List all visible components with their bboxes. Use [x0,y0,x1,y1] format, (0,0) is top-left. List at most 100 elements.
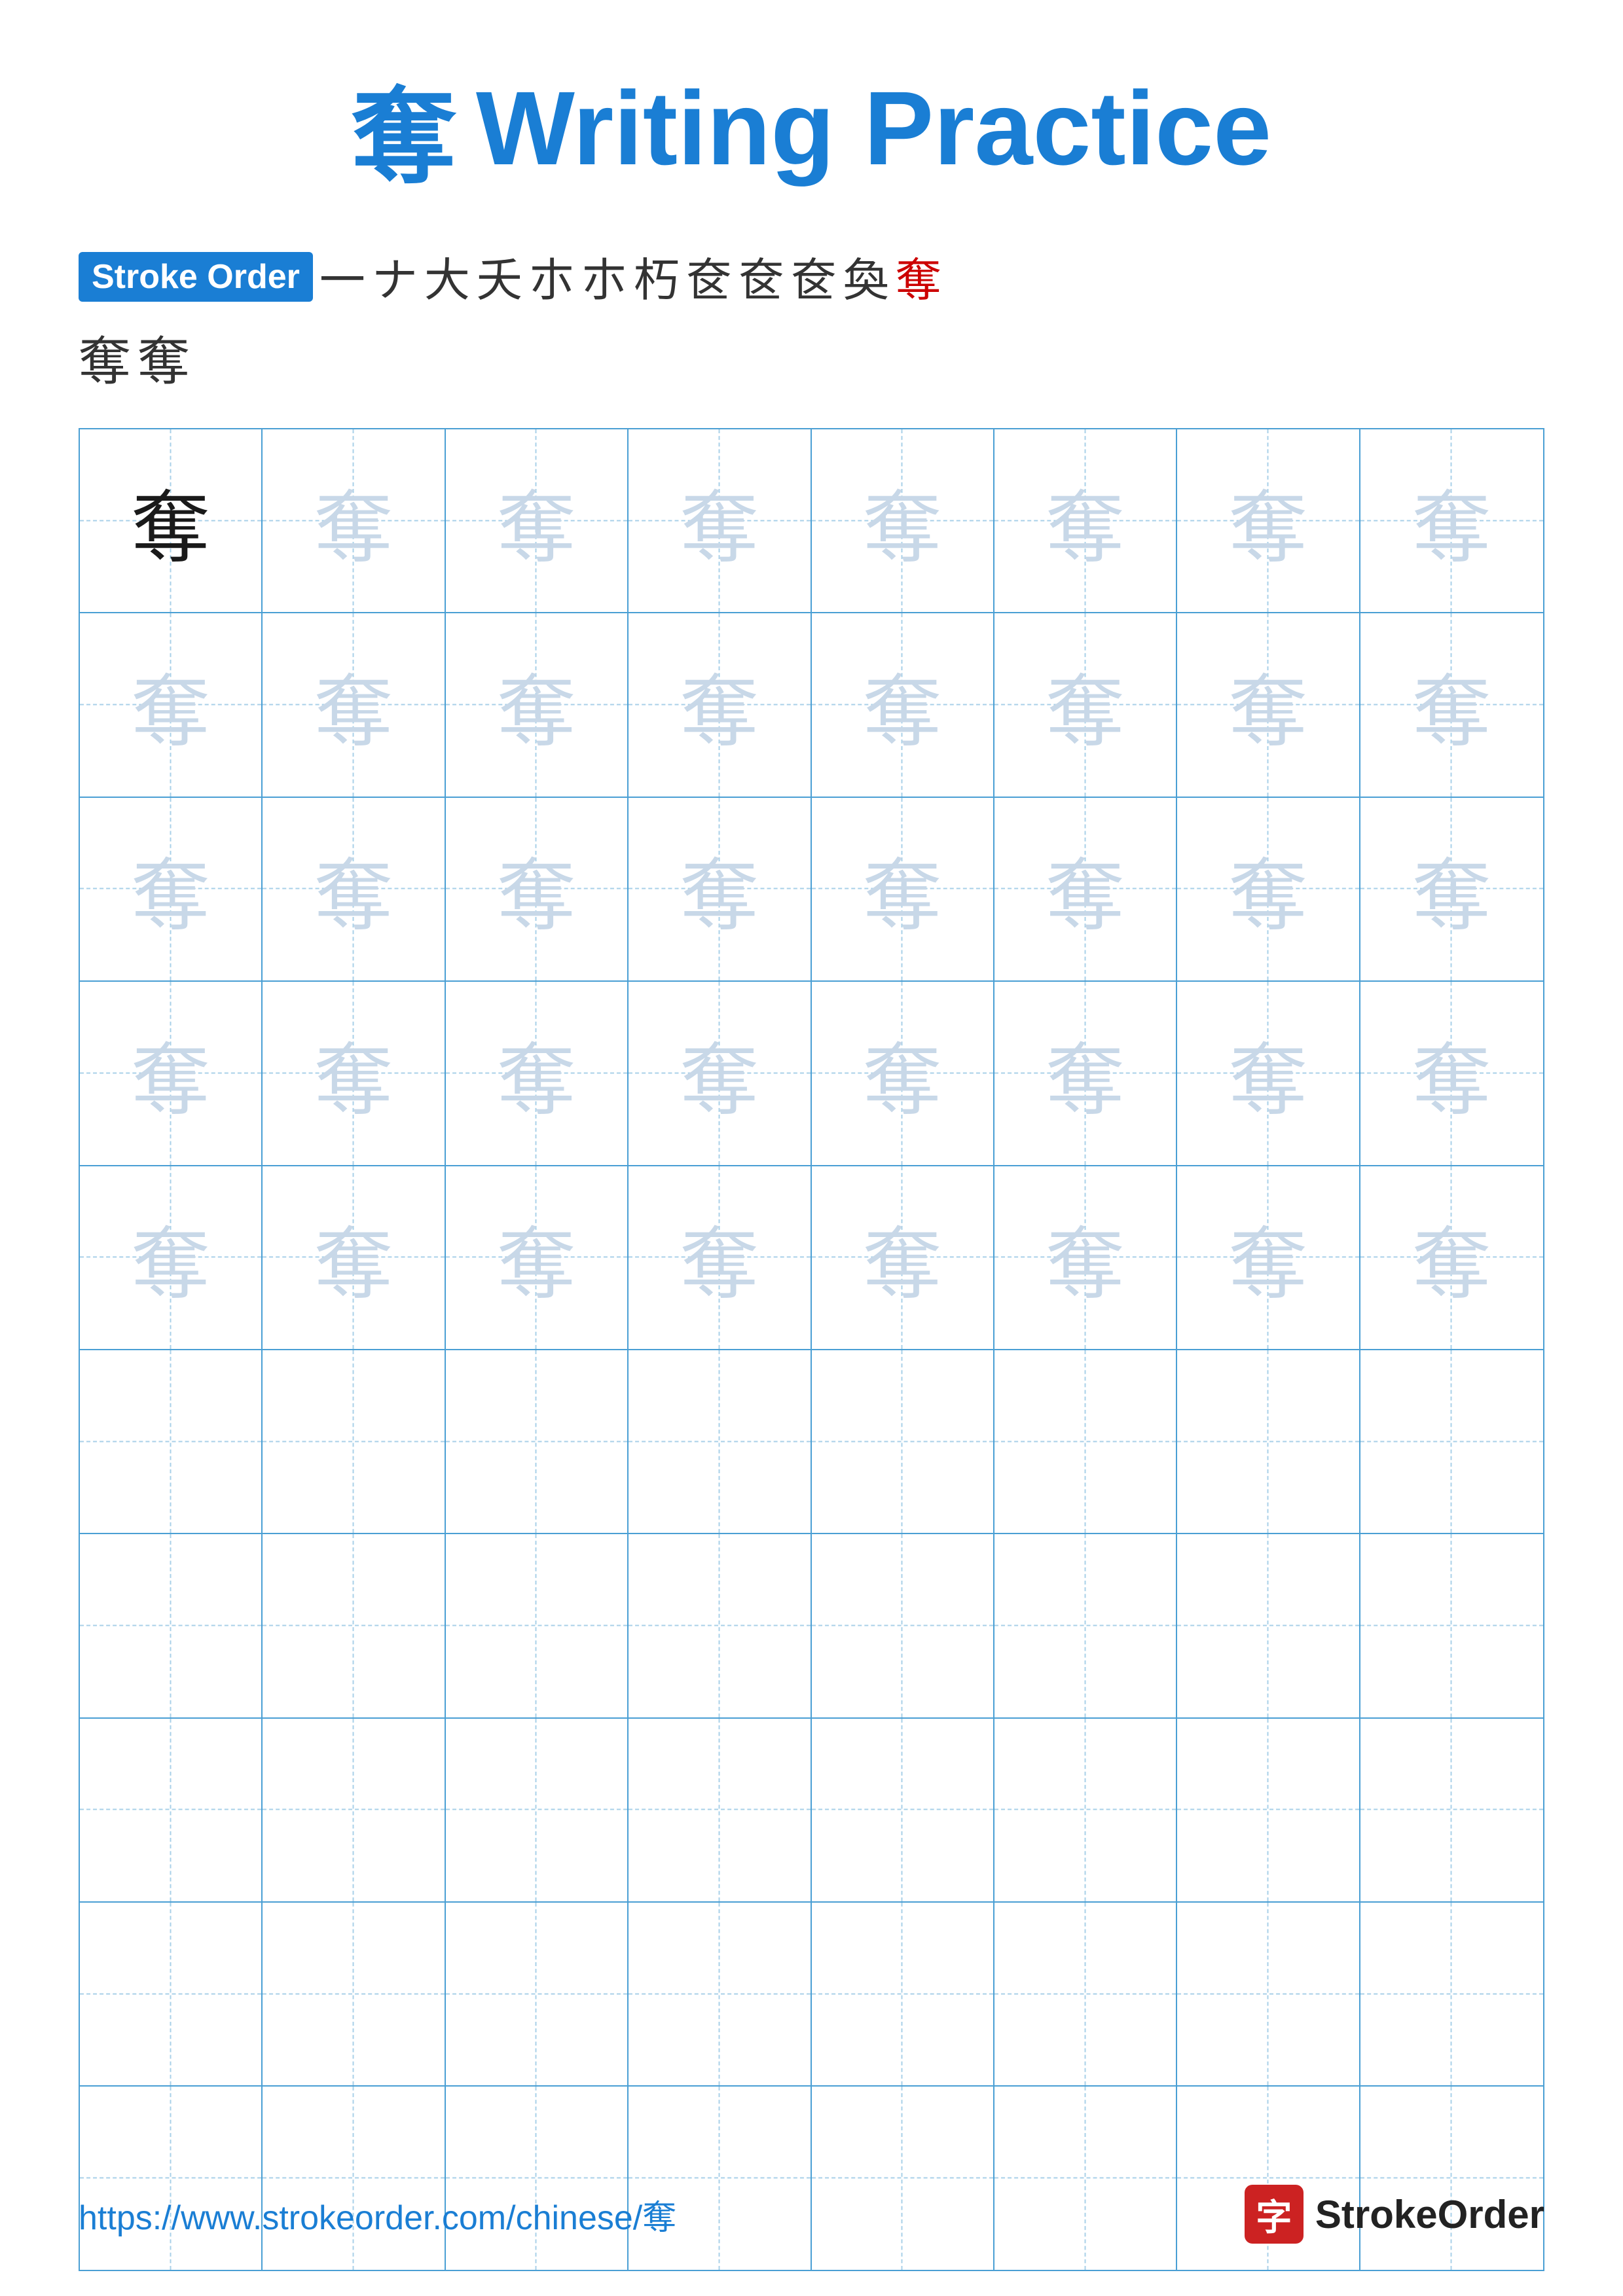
title-char: 奪 [352,52,456,204]
grid-cell-3-3[interactable]: 奪 [446,798,629,980]
char-light: 奪 [1229,648,1307,762]
grid-cell-3-2[interactable]: 奪 [263,798,445,980]
grid-cell-8-4[interactable] [629,1719,811,1901]
grid-cell-8-7[interactable] [1177,1719,1360,1901]
grid-cell-7-1[interactable] [80,1534,263,1717]
grid-cell-7-6[interactable] [994,1534,1177,1717]
grid-cell-1-8[interactable]: 奪 [1360,429,1543,612]
char-light: 奪 [314,464,393,578]
grid-cell-3-1[interactable]: 奪 [80,798,263,980]
grid-row-6 [80,1350,1543,1534]
grid-cell-5-6[interactable]: 奪 [994,1166,1177,1349]
grid-cell-2-1[interactable]: 奪 [80,613,263,796]
grid-cell-7-7[interactable] [1177,1534,1360,1717]
stroke-char-1: 一 [319,243,365,310]
grid-cell-5-4[interactable]: 奪 [629,1166,811,1349]
grid-cell-6-8[interactable] [1360,1350,1543,1533]
grid-cell-2-8[interactable]: 奪 [1360,613,1543,796]
grid-cell-6-2[interactable] [263,1350,445,1533]
grid-cell-9-4[interactable] [629,1903,811,2085]
char-light: 奪 [680,1016,759,1130]
grid-cell-6-1[interactable] [80,1350,263,1533]
grid-cell-4-6[interactable]: 奪 [994,982,1177,1164]
grid-cell-4-1[interactable]: 奪 [80,982,263,1164]
grid-cell-5-3[interactable]: 奪 [446,1166,629,1349]
char-light: 奪 [863,648,941,762]
grid-cell-2-6[interactable]: 奪 [994,613,1177,796]
grid-cell-9-6[interactable] [994,1903,1177,2085]
grid-cell-7-5[interactable] [812,1534,994,1717]
char-light: 奪 [680,648,759,762]
grid-cell-1-4[interactable]: 奪 [629,429,811,612]
char-light: 奪 [1412,1016,1491,1130]
brand-icon: 字 [1245,2185,1304,2244]
grid-cell-5-1[interactable]: 奪 [80,1166,263,1349]
grid-cell-9-8[interactable] [1360,1903,1543,2085]
char-light: 奪 [863,1016,941,1130]
grid-cell-3-8[interactable]: 奪 [1360,798,1543,980]
grid-cell-6-5[interactable] [812,1350,994,1533]
grid-cell-4-7[interactable]: 奪 [1177,982,1360,1164]
char-light: 奪 [497,832,575,946]
grid-cell-2-4[interactable]: 奪 [629,613,811,796]
char-light: 奪 [1046,464,1125,578]
page-title: 奪 Writing Practice [352,52,1271,204]
grid-cell-5-7[interactable]: 奪 [1177,1166,1360,1349]
grid-cell-8-8[interactable] [1360,1719,1543,1901]
grid-cell-7-4[interactable] [629,1534,811,1717]
grid-cell-7-8[interactable] [1360,1534,1543,1717]
char-light: 奪 [680,1200,759,1314]
brand-name: StrokeOrder [1315,2192,1544,2237]
grid-cell-8-5[interactable] [812,1719,994,1901]
grid-cell-8-1[interactable] [80,1719,263,1901]
grid-row-2: 奪 奪 奪 奪 奪 奪 奪 奪 [80,613,1543,797]
grid-cell-4-8[interactable]: 奪 [1360,982,1543,1164]
grid-row-4: 奪 奪 奪 奪 奪 奪 奪 奪 [80,982,1543,1166]
grid-cell-1-3[interactable]: 奪 [446,429,629,612]
char-light: 奪 [132,1200,210,1314]
grid-cell-2-7[interactable]: 奪 [1177,613,1360,796]
grid-cell-6-7[interactable] [1177,1350,1360,1533]
char-light: 奪 [132,648,210,762]
grid-cell-3-5[interactable]: 奪 [812,798,994,980]
grid-cell-7-3[interactable] [446,1534,629,1717]
grid-cell-8-3[interactable] [446,1719,629,1901]
grid-cell-1-2[interactable]: 奪 [263,429,445,612]
grid-cell-1-6[interactable]: 奪 [994,429,1177,612]
grid-cell-3-4[interactable]: 奪 [629,798,811,980]
char-light: 奪 [1229,1016,1307,1130]
grid-cell-6-4[interactable] [629,1350,811,1533]
grid-cell-2-3[interactable]: 奪 [446,613,629,796]
grid-cell-9-5[interactable] [812,1903,994,2085]
grid-cell-5-5[interactable]: 奪 [812,1166,994,1349]
grid-cell-1-7[interactable]: 奪 [1177,429,1360,612]
grid-cell-1-1[interactable]: 奪 [80,429,263,612]
grid-cell-8-2[interactable] [263,1719,445,1901]
grid-cell-4-4[interactable]: 奪 [629,982,811,1164]
grid-cell-3-6[interactable]: 奪 [994,798,1177,980]
char-light: 奪 [863,464,941,578]
grid-cell-2-2[interactable]: 奪 [263,613,445,796]
grid-cell-4-5[interactable]: 奪 [812,982,994,1164]
grid-cell-4-3[interactable]: 奪 [446,982,629,1164]
grid-cell-7-2[interactable] [263,1534,445,1717]
footer-brand: 字 StrokeOrder [1245,2185,1544,2244]
grid-cell-9-7[interactable] [1177,1903,1360,2085]
stroke-char-14: 奪 [137,319,190,395]
grid-cell-9-3[interactable] [446,1903,629,2085]
grid-cell-9-2[interactable] [263,1903,445,2085]
grid-cell-5-8[interactable]: 奪 [1360,1166,1543,1349]
grid-cell-8-6[interactable] [994,1719,1177,1901]
grid-cell-1-5[interactable]: 奪 [812,429,994,612]
grid-cell-9-1[interactable] [80,1903,263,2085]
grid-cell-6-3[interactable] [446,1350,629,1533]
grid-cell-5-2[interactable]: 奪 [263,1166,445,1349]
char-light: 奪 [314,832,393,946]
grid-cell-4-2[interactable]: 奪 [263,982,445,1164]
grid-cell-6-6[interactable] [994,1350,1177,1533]
grid-cell-3-7[interactable]: 奪 [1177,798,1360,980]
practice-grid: 奪 奪 奪 奪 奪 奪 奪 奪 [79,428,1544,2271]
page: 奪 Writing Practice Stroke Order 一 ナ 大 夭 … [0,0,1623,2296]
footer-url[interactable]: https://www.strokeorder.com/chinese/奪 [79,2190,676,2239]
grid-cell-2-5[interactable]: 奪 [812,613,994,796]
